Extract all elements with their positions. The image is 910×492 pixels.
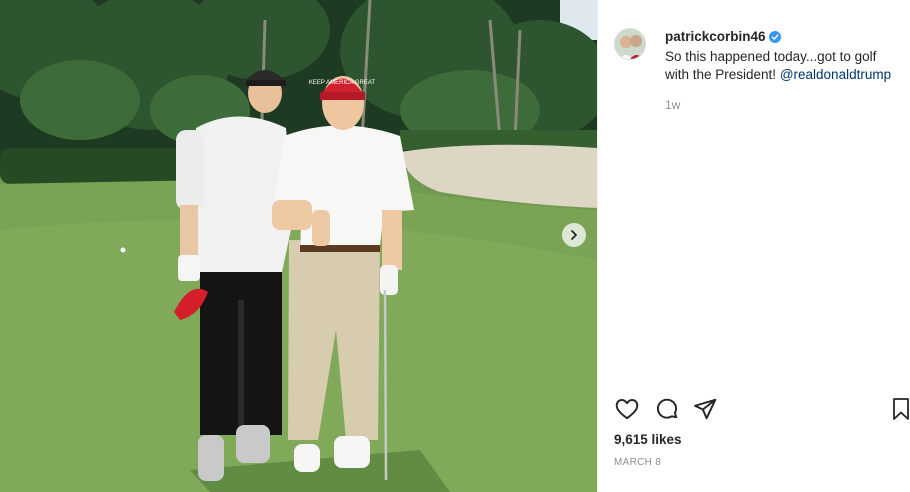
share-button[interactable] <box>692 396 718 422</box>
bookmark-icon <box>893 398 909 420</box>
next-photo-button[interactable] <box>562 223 586 247</box>
post-date: MARCH 8 <box>614 457 662 468</box>
verified-badge-icon <box>768 30 781 48</box>
post-time[interactable]: 1w <box>665 98 680 112</box>
hat-text: KEEP AMERICA GREAT <box>309 80 375 86</box>
like-button[interactable] <box>614 396 640 422</box>
comment-icon <box>656 398 678 419</box>
save-button[interactable] <box>891 396 910 422</box>
post-photo[interactable]: KEEP AMERICA GREAT <box>0 0 597 492</box>
heart-icon <box>615 399 639 420</box>
chevron-right-icon <box>571 230 577 240</box>
caption-row: patrickcorbin46 So this happened today..… <box>614 28 904 84</box>
caption-body: So this happened today...got to golf wit… <box>665 48 904 84</box>
mention-link[interactable]: @realdonaldtrump <box>780 67 891 82</box>
likes-count[interactable]: 9,615 likes <box>614 432 682 447</box>
paper-plane-icon <box>694 398 717 420</box>
caption: patrickcorbin46 So this happened today..… <box>665 28 904 84</box>
post-sidebar: patrickcorbin46 So this happened today..… <box>597 0 910 492</box>
avatar-image <box>615 29 645 59</box>
username-link[interactable]: patrickcorbin46 <box>665 29 766 44</box>
comment-button[interactable] <box>654 396 680 422</box>
action-bar <box>614 396 910 424</box>
golf-course-scene: KEEP AMERICA GREAT <box>0 0 597 492</box>
avatar[interactable] <box>614 28 646 60</box>
